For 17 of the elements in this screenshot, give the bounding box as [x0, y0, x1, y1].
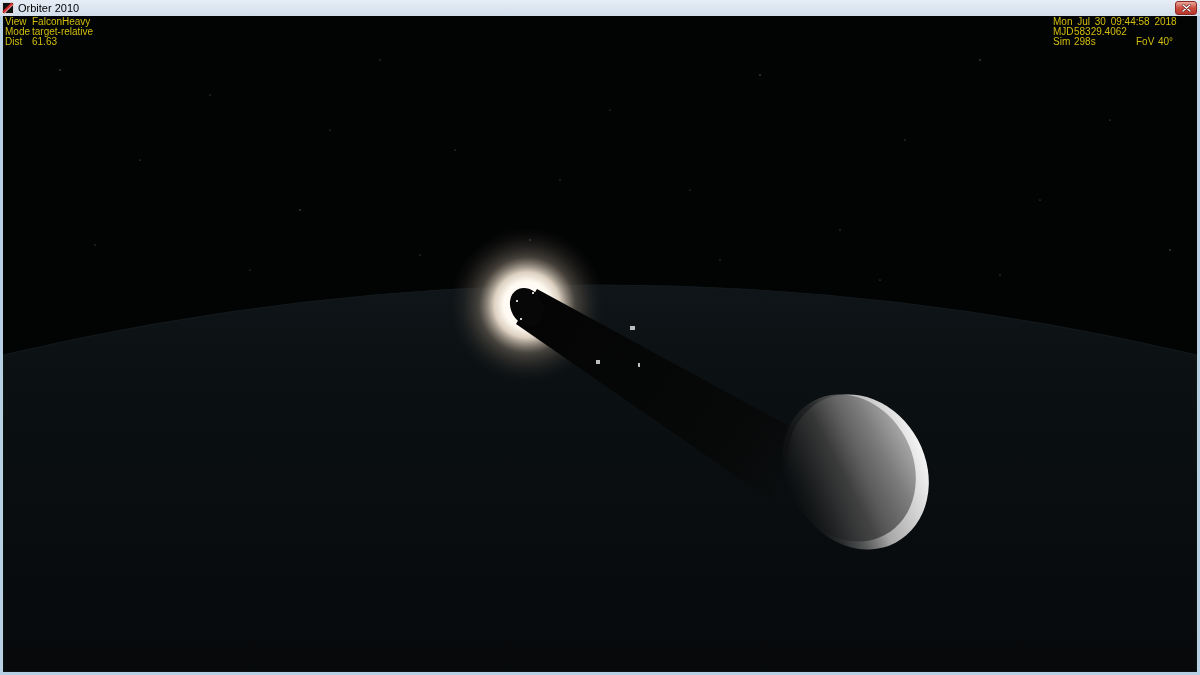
app-icon	[2, 2, 14, 14]
window-title: Orbiter 2010	[18, 1, 81, 15]
close-button[interactable]	[1175, 1, 1197, 15]
hud-label: Mode	[5, 27, 31, 37]
date-time: Mon Jul 30 09:44:58 2018	[1053, 17, 1177, 27]
hud-value: target-relative	[32, 27, 94, 37]
close-icon	[1181, 4, 1191, 12]
hud-value: 298s	[1074, 37, 1097, 47]
hud-label: Sim	[1053, 37, 1072, 47]
hud-value: 61.63	[32, 37, 58, 47]
hud-label: View	[5, 17, 28, 27]
hud-value: 40°	[1158, 37, 1175, 47]
hud-value: FalconHeavy	[32, 17, 91, 27]
hud-value: 58329.4062	[1074, 27, 1128, 37]
hud-label: FoV	[1136, 37, 1156, 47]
hud-label: Dist	[5, 37, 24, 47]
hud-label: MJD	[1053, 27, 1074, 37]
